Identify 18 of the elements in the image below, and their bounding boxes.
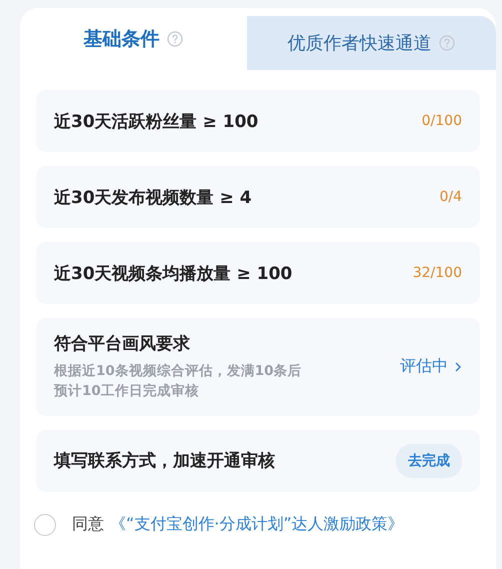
progress-value: 32/100 (412, 265, 462, 281)
condition-label: 近30天发布视频数量 ≥ 4 (54, 186, 252, 208)
help-icon[interactable] (439, 35, 456, 51)
agree-checkbox[interactable] (34, 514, 56, 536)
agree-text: 同意 (72, 514, 104, 535)
condition-label: 填写联系方式，加速开通审核 (54, 450, 275, 472)
policy-link[interactable]: 《“支付宝创作·分成计划”达人激励政策》 (110, 514, 404, 535)
help-icon[interactable] (167, 31, 184, 47)
progress-value: 0/100 (422, 113, 462, 129)
complete-button[interactable]: 去完成 (396, 444, 462, 478)
condition-label: 符合平台画风要求 (54, 333, 191, 355)
condition-label: 近30天活跃粉丝量 ≥ 100 (54, 110, 258, 132)
condition-label: 近30天视频条均播放量 ≥ 100 (54, 262, 292, 284)
tab[interactable]: 优质作者快速通道 (246, 16, 496, 70)
condition-description: 根据近10条视频综合评估，发满10条后预计10工作日完成审核 (54, 362, 303, 402)
chevron-right-icon (454, 360, 462, 373)
progress-value: 0/4 (439, 189, 462, 205)
status-link[interactable]: 评估中 (400, 356, 462, 378)
